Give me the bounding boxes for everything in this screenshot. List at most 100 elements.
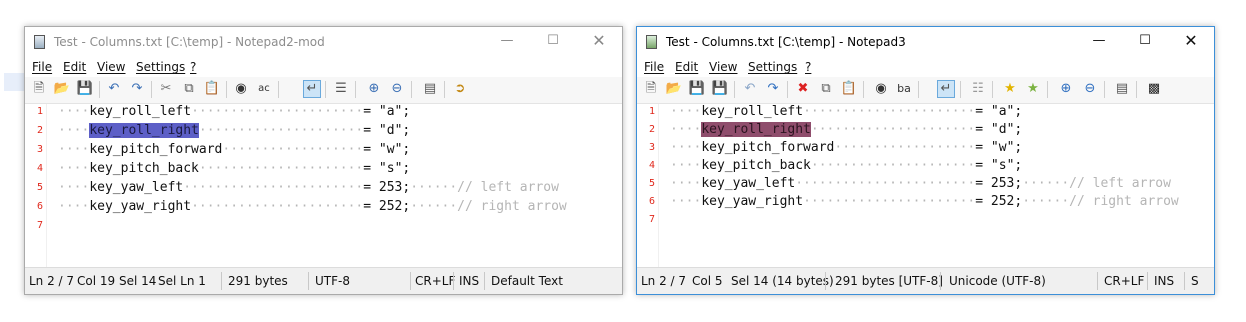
line-number: 2 xyxy=(648,124,655,135)
gutter-divider xyxy=(46,104,47,269)
line-number: 6 xyxy=(36,201,43,212)
menu-settings[interactable]: Settings xyxy=(748,60,797,74)
notepad3-window: Test - Columns.txt [C:\temp] - Notepad3 … xyxy=(636,26,1215,295)
menu-edit[interactable]: Edit xyxy=(63,60,86,74)
code-line: ····key_yaw_left·······················=… xyxy=(670,176,1171,191)
status-extra[interactable]: S xyxy=(1191,268,1199,294)
line-number: 3 xyxy=(648,142,655,153)
maximize-button[interactable]: ☐ xyxy=(1122,27,1168,57)
code-line: ····key_yaw_right······················=… xyxy=(670,194,1179,209)
status-size: 291 bytes [UTF-8] xyxy=(835,274,943,288)
copy-icon[interactable]: ⧉ xyxy=(180,80,198,98)
code-line: ····key_roll_right·····················=… xyxy=(58,123,411,138)
status-eol[interactable]: CR+LF xyxy=(1104,268,1144,294)
find-icon[interactable]: ◉ xyxy=(232,80,250,98)
line-number-gutter: 1 2 3 4 5 6 7 xyxy=(25,104,46,269)
menu-file[interactable]: File xyxy=(32,60,52,74)
toolbar-separator xyxy=(1104,81,1105,98)
close-button[interactable]: ✕ xyxy=(576,27,622,57)
code-line: ····key_roll_right·····················=… xyxy=(670,122,1023,137)
toolbar-separator xyxy=(151,81,152,98)
notepad-app-icon xyxy=(34,35,45,49)
save-icon[interactable]: 💾 xyxy=(688,80,706,98)
menu-edit[interactable]: Edit xyxy=(675,60,698,74)
minimize-button[interactable]: — xyxy=(484,27,530,57)
zoom-out-icon[interactable]: ⊖ xyxy=(388,80,406,98)
line-numbers-icon[interactable]: ☰ xyxy=(332,80,350,98)
terminal-icon[interactable]: ▩ xyxy=(1145,80,1163,98)
replace-icon[interactable]: ac xyxy=(255,80,273,98)
toolbar-separator xyxy=(960,81,961,98)
delete-icon[interactable]: ✖ xyxy=(794,80,812,98)
paste-icon[interactable]: 📋 xyxy=(840,80,858,98)
toolbar-separator xyxy=(992,81,993,98)
bookmark-icon[interactable]: ★ xyxy=(1001,80,1019,98)
status-divider xyxy=(308,272,309,290)
status-divider xyxy=(410,272,411,290)
status-selection: Sel 14 (14 bytes) xyxy=(731,274,834,288)
status-encoding[interactable]: UTF-8 xyxy=(315,268,350,294)
status-lexer[interactable]: Default Text xyxy=(491,268,563,294)
editor-area[interactable]: 1 2 3 4 5 6 7 ····key_roll_left·········… xyxy=(637,104,1214,269)
status-insert-mode[interactable]: INS xyxy=(459,268,479,294)
menu-settings[interactable]: Settings xyxy=(136,60,185,74)
view-whitespace-icon[interactable]: ☷ xyxy=(969,80,987,98)
add-bookmark-icon[interactable]: ★ xyxy=(1024,80,1042,98)
menu-view[interactable]: View xyxy=(97,60,125,74)
open-folder-icon[interactable]: 📂 xyxy=(53,80,71,98)
undo-icon[interactable]: ↶ xyxy=(741,80,759,98)
status-divider xyxy=(940,272,941,290)
toolbar-separator xyxy=(734,81,735,98)
toolbar-separator xyxy=(99,81,100,98)
status-column: Col 19 xyxy=(77,274,116,288)
status-divider xyxy=(453,272,454,290)
line-number: 2 xyxy=(36,125,43,136)
status-insert-mode[interactable]: INS xyxy=(1154,268,1174,294)
line-number-gutter: 1 2 3 4 5 6 7 xyxy=(637,104,658,269)
status-divider xyxy=(1147,272,1148,290)
menu-file[interactable]: File xyxy=(644,60,664,74)
code-line: ····key_yaw_left·······················=… xyxy=(58,180,559,195)
status-eol[interactable]: CR+LF xyxy=(415,268,455,294)
customize-icon[interactable]: ▤ xyxy=(1113,80,1131,98)
toolbar-separator xyxy=(325,81,326,98)
line-number: 5 xyxy=(36,182,43,193)
zoom-in-icon[interactable]: ⊕ xyxy=(1057,80,1075,98)
menu-help[interactable]: ? xyxy=(805,60,811,74)
save-icon[interactable]: 💾 xyxy=(76,80,94,98)
exit-icon[interactable]: ➲ xyxy=(451,80,469,98)
redo-icon[interactable]: ↷ xyxy=(764,80,782,98)
find-icon[interactable]: ◉ xyxy=(872,80,890,98)
status-line: Ln 2 / 7 xyxy=(641,274,687,288)
status-selection: Sel 14 xyxy=(119,274,157,288)
open-folder-icon[interactable]: 📂 xyxy=(665,80,683,98)
editor-area[interactable]: 1 2 3 4 5 6 7 ····key_roll_left·········… xyxy=(25,104,622,269)
menu-help[interactable]: ? xyxy=(190,60,196,74)
code-line: ····key_roll_left······················=… xyxy=(670,104,1023,119)
replace-icon[interactable]: ba xyxy=(895,80,913,98)
new-file-icon[interactable]: 🗎 xyxy=(30,80,48,98)
copy-icon[interactable]: ⧉ xyxy=(817,80,835,98)
line-number: 6 xyxy=(648,196,655,207)
scheme-icon[interactable]: ▤ xyxy=(421,80,439,98)
status-encoding[interactable]: Unicode (UTF-8) xyxy=(949,268,1046,294)
title-bar: Test - Columns.txt [C:\temp] - Notepad2-… xyxy=(25,27,622,57)
close-button[interactable]: ✕ xyxy=(1168,27,1214,57)
undo-icon[interactable]: ↶ xyxy=(105,80,123,98)
zoom-in-icon[interactable]: ⊕ xyxy=(365,80,383,98)
redo-icon[interactable]: ↷ xyxy=(128,80,146,98)
maximize-button[interactable]: ☐ xyxy=(530,27,576,57)
save-all-icon[interactable]: 💾 xyxy=(711,80,729,98)
zoom-out-icon[interactable]: ⊖ xyxy=(1081,80,1099,98)
minimize-button[interactable]: — xyxy=(1076,27,1122,57)
new-file-icon[interactable]: 🗎 xyxy=(642,80,660,98)
menu-view[interactable]: View xyxy=(709,60,737,74)
word-wrap-icon[interactable]: ↵ xyxy=(937,80,955,98)
line-number: 1 xyxy=(36,106,43,117)
code-line: ····key_pitch_forward··················=… xyxy=(670,140,1023,155)
paste-icon[interactable]: 📋 xyxy=(203,80,221,98)
word-wrap-icon[interactable]: ↵ xyxy=(303,80,321,98)
cut-icon[interactable]: ✂ xyxy=(157,80,175,98)
code-line: ····key_pitch_forward··················=… xyxy=(58,142,411,157)
toolbar-separator xyxy=(444,81,445,98)
